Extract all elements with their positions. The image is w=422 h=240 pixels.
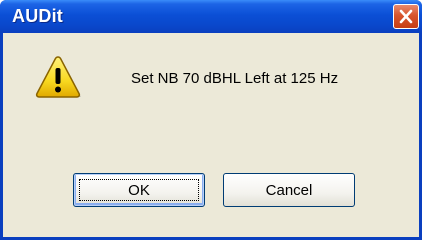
warning-icon [35, 56, 81, 98]
cancel-button-label: Cancel [265, 181, 313, 199]
cancel-button[interactable]: Cancel [223, 173, 355, 207]
title-bar[interactable]: AUDit [0, 0, 422, 33]
dialog-message: Set NB 70 dBHL Left at 125 Hz [131, 70, 339, 87]
dialog-body: Set NB 70 dBHL Left at 125 Hz OK Cancel [3, 33, 419, 237]
ok-button[interactable]: OK [73, 173, 205, 207]
window-title: AUDit [12, 6, 63, 26]
ok-button-label: OK [128, 181, 150, 199]
dialog-window: AUDit Set NB 70 dBHL Left at 125 Hz OK C… [0, 0, 422, 240]
close-button[interactable] [393, 4, 419, 29]
close-icon [399, 9, 413, 24]
